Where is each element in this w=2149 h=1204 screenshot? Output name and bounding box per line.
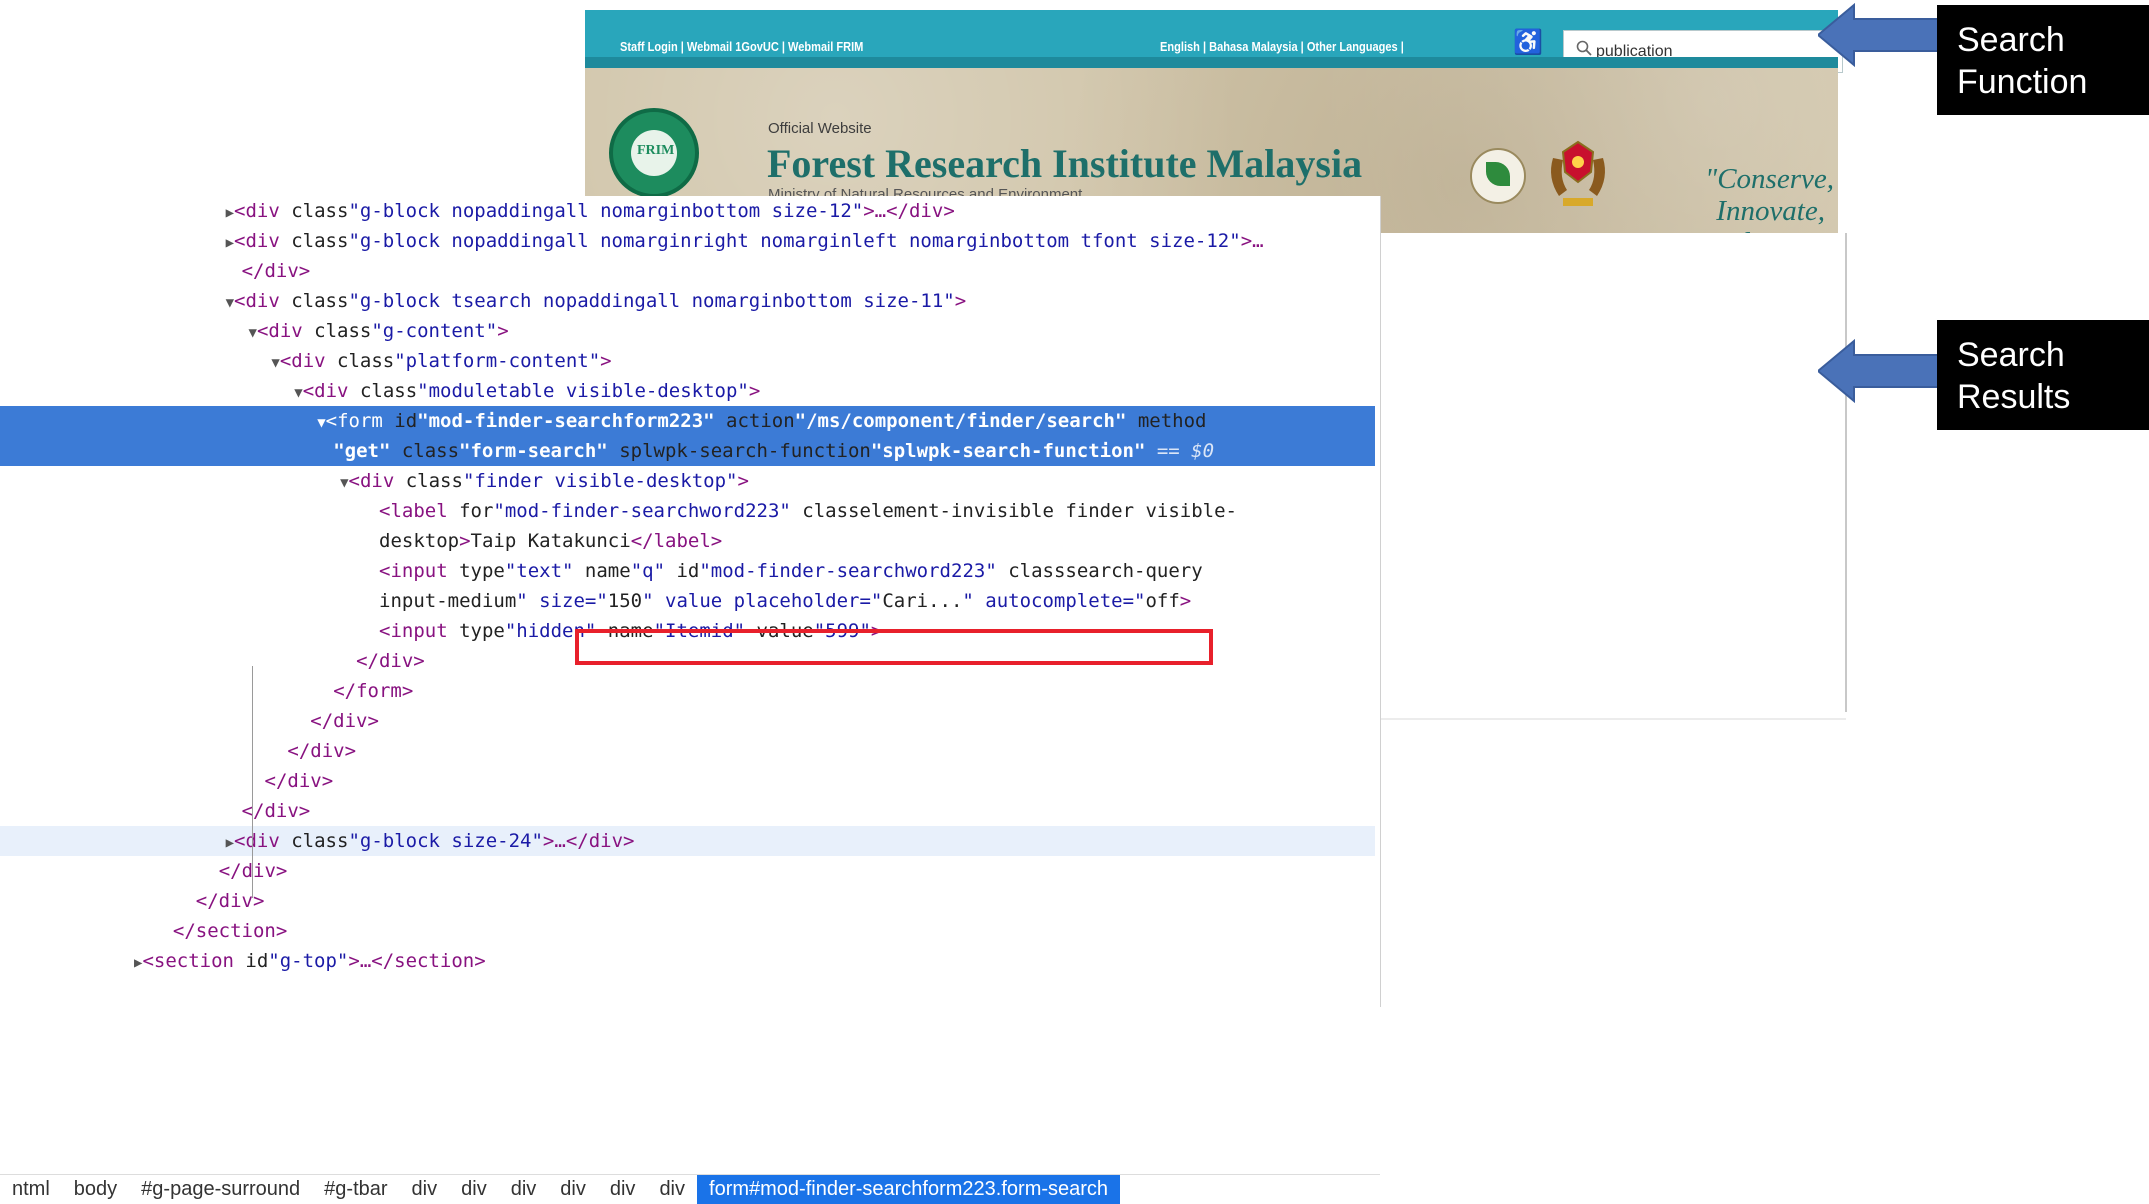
collapse-triangle-icon[interactable]: ▼ [226, 295, 234, 311]
dom-line[interactable]: </section> [0, 916, 1375, 946]
dom-line-code: <div class"g-block nopaddingall nomargin… [234, 230, 1264, 252]
dom-line-code: desktop>Taip Katakunci</label> [379, 530, 723, 552]
dom-line[interactable]: ▼<div class"moduletable visible-desktop"… [0, 376, 1375, 406]
coat-of-arms-icon [1551, 140, 1605, 206]
breadcrumb-item[interactable]: div [598, 1175, 648, 1204]
dom-line-code: <form id"mod-finder-searchform223" actio… [325, 410, 1207, 432]
devtools-elements-panel: ▶<div class"g-block nopaddingall nomargi… [0, 196, 1381, 1204]
breadcrumb-item[interactable]: #g-page-surround [129, 1175, 312, 1204]
language-links[interactable]: English | Bahasa Malaysia | Other Langua… [1160, 39, 1404, 54]
dom-line[interactable]: ▼<div class"g-content"> [0, 316, 1375, 346]
dom-line[interactable]: ▶<section id"g-top">…</section> [0, 946, 1375, 976]
breadcrumb-item[interactable]: div [400, 1175, 450, 1204]
dom-line[interactable]: input-medium" size="150" value placehold… [0, 586, 1375, 616]
dom-line[interactable]: ▼<form id"mod-finder-searchform223" acti… [0, 406, 1375, 436]
dom-line-code: <label for"mod-finder-searchword223" cla… [379, 500, 1237, 522]
dom-line[interactable]: </div> [0, 796, 1375, 826]
dom-line-code: "get" class"form-search" splwpk-search-f… [333, 440, 1146, 462]
dom-line[interactable]: <input type"text" name"q" id"mod-finder-… [0, 556, 1375, 586]
dom-line[interactable]: ▶<div class"g-block size-24">…</div> [0, 826, 1375, 856]
breadcrumb-item[interactable]: div [449, 1175, 499, 1204]
dom-line-code: </div> [287, 740, 357, 762]
dom-line-code: </div> [356, 650, 425, 672]
logo-text: FRIM [637, 143, 675, 158]
dom-line-code: <div class"g-block tsearch nopaddingall … [234, 290, 967, 312]
expand-triangle-icon[interactable]: ▶ [226, 235, 234, 251]
breadcrumb-item[interactable]: div [548, 1175, 598, 1204]
dom-line-code: <div class"g-content"> [256, 320, 509, 342]
dom-line-code: <div class"moduletable visible-desktop"> [302, 380, 761, 402]
dom-line-code: <div class"g-block size-24">…</div> [234, 830, 635, 852]
staff-links[interactable]: Staff Login | Webmail 1GovUC | Webmail F… [620, 39, 863, 54]
selected-node-marker: == $0 [1145, 440, 1215, 462]
dom-line-code: </div> [310, 710, 379, 732]
dom-line-code: <section id"g-top">…</section> [142, 950, 486, 972]
collapse-triangle-icon[interactable]: ▼ [340, 475, 348, 491]
dom-line-code: <div class"finder visible-desktop"> [348, 470, 749, 492]
dom-breadcrumbs: ntml body #g-page-surround #g-tbar div div div… [0, 1174, 1380, 1204]
dom-line-code: </div> [241, 260, 311, 282]
collapse-triangle-icon[interactable]: ▼ [271, 355, 279, 371]
dom-line-code: input-medium" size="150" value placehold… [379, 590, 1192, 612]
breadcrumb-active[interactable]: form#mod-finder-searchform223.form-searc… [697, 1175, 1121, 1204]
official-website-label: Official Website [768, 120, 872, 137]
site-border [1845, 233, 1847, 712]
expand-triangle-icon[interactable]: ▶ [226, 835, 234, 851]
search-results-callout: Search Results [1937, 320, 2149, 430]
dom-line-code: </div> [218, 860, 288, 882]
dom-line[interactable]: </div> [0, 766, 1375, 796]
dom-line[interactable]: ▼<div class"finder visible-desktop"> [0, 466, 1375, 496]
breadcrumb-item[interactable]: ntml [0, 1175, 62, 1204]
leaf-shape [1486, 162, 1510, 186]
dom-line[interactable]: ▼<div class"platform-content"> [0, 346, 1375, 376]
site-title: Forest Research Institute Malaysia [767, 141, 1363, 186]
motto-line-1: "Conserve, [1705, 163, 1834, 195]
dom-line-code: <input type"text" name"q" id"mod-finder-… [379, 560, 1203, 582]
dom-line[interactable]: <label for"mod-finder-searchword223" cla… [0, 496, 1375, 526]
motto-line-2: Innovate, [1716, 195, 1825, 227]
dom-line[interactable]: ▼<div class"g-block tsearch nopaddingall… [0, 286, 1375, 316]
tree-guide-line [252, 666, 253, 898]
expand-triangle-icon[interactable]: ▶ [226, 205, 234, 221]
collapse-triangle-icon[interactable]: ▼ [249, 325, 257, 341]
frim-logo[interactable]: FRIM [609, 108, 699, 198]
dom-line-code: </div> [195, 890, 265, 912]
dom-line[interactable]: </div> [0, 886, 1375, 916]
dom-line-code: <div class"g-block nopaddingall nomargin… [234, 200, 955, 222]
breadcrumb-item[interactable]: #g-tbar [312, 1175, 399, 1204]
dom-line-code: </form> [333, 680, 414, 702]
collapse-triangle-icon[interactable]: ▼ [317, 415, 325, 431]
dom-line-code: </div> [264, 770, 334, 792]
breadcrumb-item[interactable]: body [62, 1175, 129, 1204]
selection-marker [14, 612, 17, 615]
search-results-arrow [1818, 339, 1939, 403]
top-bar-strip [585, 57, 1838, 68]
accessibility-icon[interactable]: ♿ [1513, 30, 1543, 56]
dom-line-code: </section> [172, 920, 288, 942]
dom-line[interactable]: </form> [0, 676, 1375, 706]
dom-line[interactable]: desktop>Taip Katakunci</label> [0, 526, 1375, 556]
leaf-emblem-icon [1470, 148, 1526, 204]
attribute-highlight-box [575, 629, 1213, 665]
dom-line[interactable]: ▶<div class"g-block nopaddingall nomargi… [0, 226, 1375, 256]
dom-line[interactable]: </div> [0, 256, 1375, 286]
search-function-callout: Search Function [1937, 5, 2149, 115]
dom-line[interactable]: </div> [0, 856, 1375, 886]
dom-line[interactable]: ▶<div class"g-block nopaddingall nomargi… [0, 196, 1375, 226]
breadcrumb-item[interactable]: div [647, 1175, 697, 1204]
breadcrumb-item[interactable]: div [499, 1175, 549, 1204]
dom-line-code: <div class"platform-content"> [279, 350, 612, 372]
dom-line[interactable]: </div> [0, 706, 1375, 736]
collapse-triangle-icon[interactable]: ▼ [294, 385, 302, 401]
dom-line[interactable]: </div> [0, 736, 1375, 766]
dom-line[interactable]: "get" class"form-search" splwpk-search-f… [0, 436, 1375, 466]
search-function-arrow [1818, 3, 1939, 67]
